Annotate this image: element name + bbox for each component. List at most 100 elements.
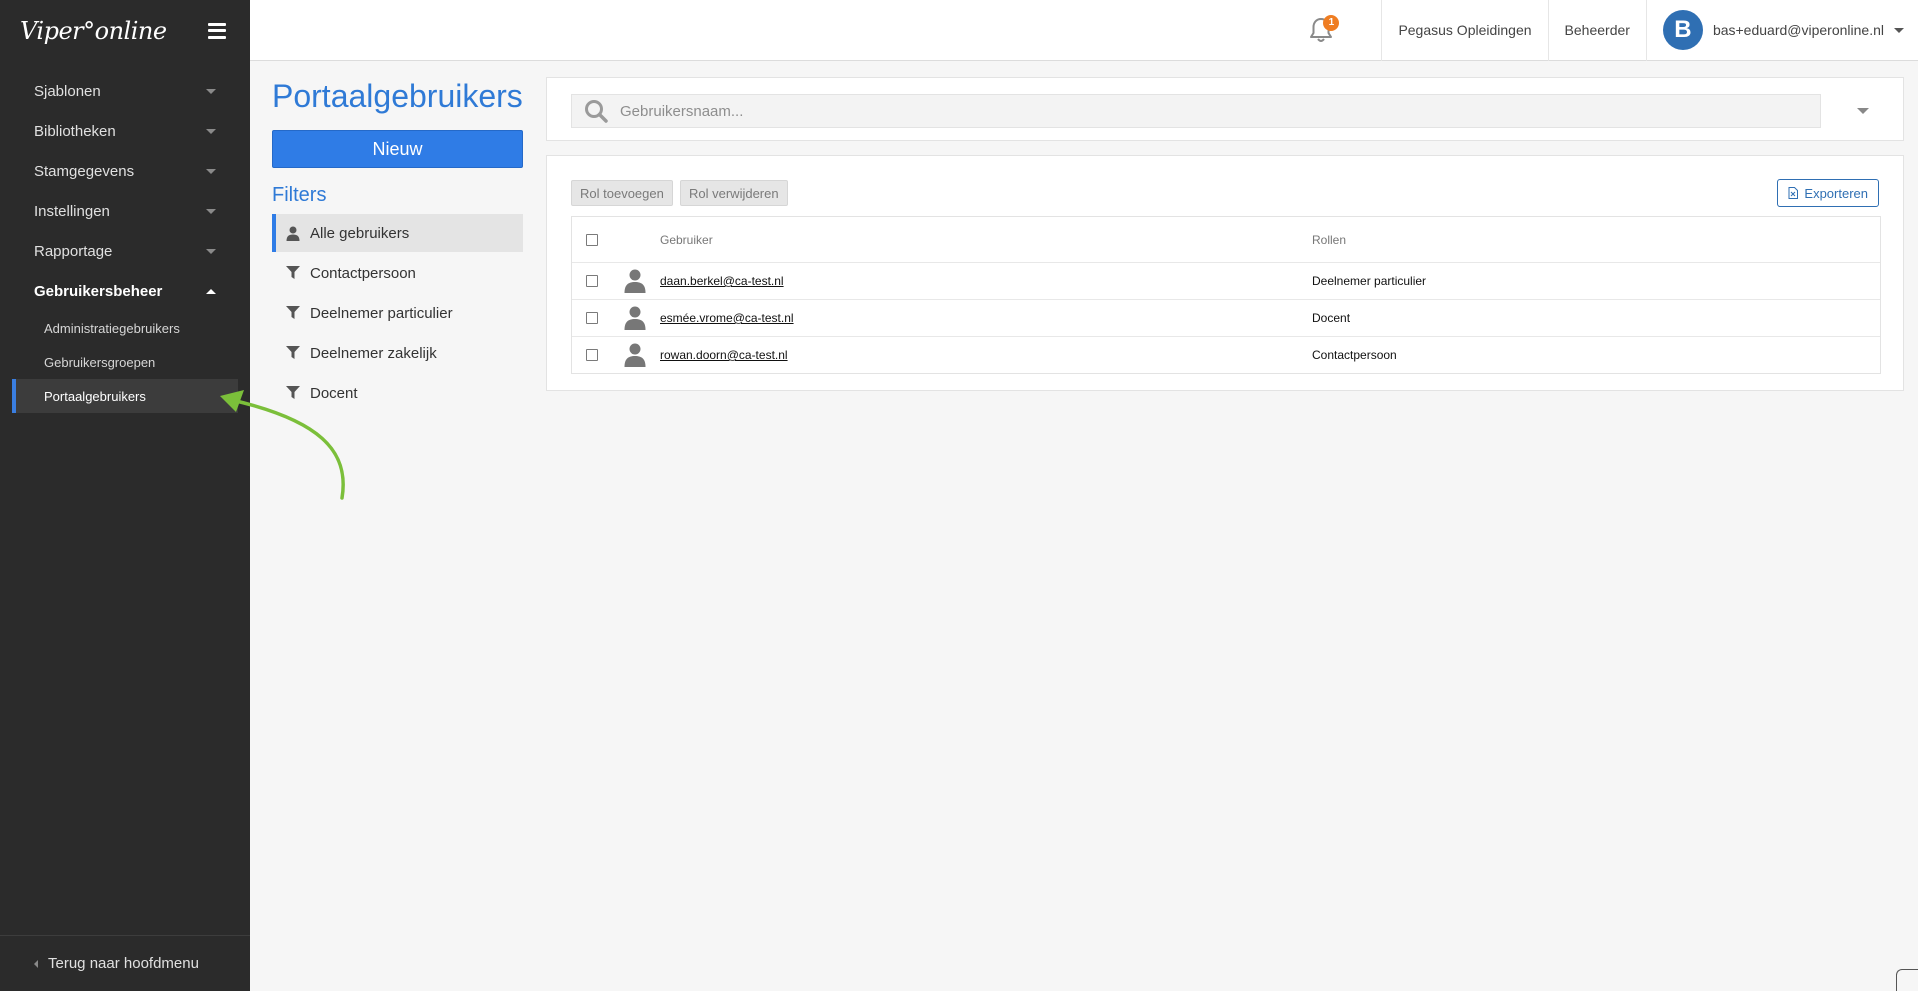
filter-label: Deelnemer zakelijk	[310, 344, 437, 362]
search-input[interactable]	[620, 102, 1770, 120]
user-cell: esmée.vrome@ca-test.nl	[658, 311, 1312, 325]
corner-tool-icon[interactable]	[1896, 969, 1918, 991]
sidebar-item-instellingen[interactable]: Instellingen	[0, 191, 250, 231]
row-avatar-cell	[612, 343, 658, 367]
user-avatar-icon	[624, 343, 646, 367]
filter-label: Alle gebruikers	[310, 224, 410, 242]
sidebar-item-gebruikersbeheer[interactable]: Gebruikersbeheer	[0, 271, 250, 311]
organization-selector[interactable]: Pegasus Opleidingen	[1381, 0, 1547, 61]
remove-role-button[interactable]: Rol verwijderen	[680, 180, 788, 206]
row-checkbox-cell	[572, 312, 612, 324]
caret-up-icon	[206, 288, 216, 294]
filter-icon	[286, 346, 300, 359]
back-to-main-menu-label: Terug naar hoofdmenu	[48, 955, 199, 972]
table-header-row: Gebruiker Rollen	[572, 217, 1880, 262]
user-avatar-icon	[624, 269, 646, 293]
filter-docent[interactable]: Docent	[272, 374, 523, 412]
caret-down-icon	[206, 208, 216, 214]
role-label: Beheerder	[1564, 22, 1630, 38]
search-icon	[585, 100, 608, 123]
sidebar-item-sjablonen[interactable]: Sjablonen	[0, 71, 250, 111]
filter-deelnemer-zakelijk[interactable]: Deelnemer zakelijk	[272, 334, 523, 372]
sidebar-item-stamgegevens[interactable]: Stamgegevens	[0, 151, 250, 191]
user-icon	[286, 226, 300, 241]
sidebar-nav: Sjablonen Bibliotheken Stamgegevens Inst…	[0, 71, 250, 413]
column-header-user[interactable]: Gebruiker	[658, 233, 1312, 247]
column-header-roles[interactable]: Rollen	[1312, 233, 1880, 247]
filter-label: Docent	[310, 384, 358, 402]
filter-all-users[interactable]: Alle gebruikers	[272, 214, 523, 252]
filter-deelnemer-particulier[interactable]: Deelnemer particulier	[272, 294, 523, 332]
filter-list: Alle gebruikers Contactpersoon Deelnemer…	[272, 214, 523, 414]
logo-bar: Viper°online	[0, 0, 250, 61]
back-to-main-menu[interactable]: Terug naar hoofdmenu	[0, 935, 250, 991]
sidebar-subitem-label: Gebruikersgroepen	[44, 354, 156, 370]
role-cell: Docent	[1312, 311, 1351, 325]
export-label: Exporteren	[1804, 185, 1868, 201]
user-link[interactable]: esmée.vrome@ca-test.nl	[660, 311, 794, 325]
row-avatar-cell	[612, 269, 658, 293]
sidebar-item-bibliotheken[interactable]: Bibliotheken	[0, 111, 250, 151]
filter-icon	[286, 266, 300, 279]
row-checkbox-cell	[572, 349, 612, 361]
users-table-panel: Rol toevoegen Rol verwijderen Exporteren…	[546, 155, 1904, 391]
filter-contactpersoon[interactable]: Contactpersoon	[272, 254, 523, 292]
export-button[interactable]: Exporteren	[1777, 179, 1879, 207]
row-checkbox-cell	[572, 275, 612, 287]
table-row: rowan.doorn@ca-test.nl Contactpersoon	[572, 336, 1880, 373]
sidebar-item-label: Gebruikersbeheer	[34, 282, 163, 300]
filter-icon	[286, 306, 300, 319]
row-checkbox[interactable]	[586, 312, 598, 324]
select-all-cell	[572, 233, 612, 246]
user-link[interactable]: rowan.doorn@ca-test.nl	[660, 348, 788, 362]
sidebar-item-rapportage[interactable]: Rapportage	[0, 231, 250, 271]
row-checkbox[interactable]	[586, 275, 598, 287]
sidebar-subitem-gebruikersgroepen[interactable]: Gebruikersgroepen	[12, 345, 238, 379]
row-checkbox[interactable]	[586, 349, 598, 361]
hamburger-menu-icon[interactable]	[208, 22, 226, 39]
sidebar-subitem-administratiegebruikers[interactable]: Administratiegebruikers	[12, 311, 238, 345]
avatar: B	[1662, 10, 1703, 50]
page-title: Portaalgebruikers	[272, 78, 523, 114]
file-export-icon	[1788, 187, 1799, 199]
filter-label: Contactpersoon	[310, 264, 416, 282]
filter-label: Deelnemer particulier	[310, 304, 453, 322]
chevron-down-icon	[1894, 27, 1904, 33]
role-selector[interactable]: Beheerder	[1547, 0, 1646, 61]
caret-down-icon	[206, 128, 216, 134]
users-table: Gebruiker Rollen daan.berkel@ca-test.nl …	[571, 216, 1881, 374]
role-cell: Contactpersoon	[1312, 348, 1397, 362]
sidebar: Viper°online Sjablonen Bibliotheken Stam…	[0, 0, 250, 991]
select-all-checkbox[interactable]	[586, 233, 598, 246]
sidebar-subitem-portaalgebruikers[interactable]: Portaalgebruikers	[12, 379, 238, 413]
sidebar-item-label: Instellingen	[34, 202, 110, 220]
sidebar-item-label: Stamgegevens	[34, 162, 135, 180]
role-cell: Deelnemer particulier	[1312, 274, 1427, 288]
user-cell: daan.berkel@ca-test.nl	[658, 274, 1312, 288]
organization-label: Pegasus Opleidingen	[1398, 22, 1532, 38]
table-row: esmée.vrome@ca-test.nl Docent	[572, 299, 1880, 336]
caret-down-icon	[206, 168, 216, 174]
caret-down-icon	[206, 88, 216, 94]
sidebar-item-label: Rapportage	[34, 242, 113, 260]
notification-badge: 1	[1323, 14, 1340, 31]
search-panel	[546, 77, 1904, 141]
search-box	[571, 94, 1821, 128]
notifications-button[interactable]: 1	[1281, 0, 1361, 61]
filter-icon	[286, 386, 300, 399]
row-avatar-cell	[612, 306, 658, 330]
sidebar-item-label: Bibliotheken	[34, 122, 116, 140]
user-menu[interactable]: B bas+eduard@viperonline.nl	[1645, 0, 1918, 61]
sidebar-subitem-label: Portaalgebruikers	[44, 388, 146, 404]
sidebar-item-label: Sjablonen	[34, 82, 101, 100]
user-link[interactable]: daan.berkel@ca-test.nl	[660, 274, 784, 288]
table-row: daan.berkel@ca-test.nl Deelnemer particu…	[572, 262, 1880, 299]
top-bar: 1 Pegasus Opleidingen Beheerder B bas+ed…	[250, 0, 1918, 61]
caret-down-icon	[206, 248, 216, 254]
search-options-chevron-down-icon[interactable]	[1857, 108, 1869, 114]
app-logo: Viper°online	[20, 16, 167, 45]
chevron-left-icon	[34, 959, 38, 968]
user-avatar-icon	[624, 306, 646, 330]
add-role-button[interactable]: Rol toevoegen	[571, 180, 673, 206]
new-button[interactable]: Nieuw	[272, 130, 523, 168]
